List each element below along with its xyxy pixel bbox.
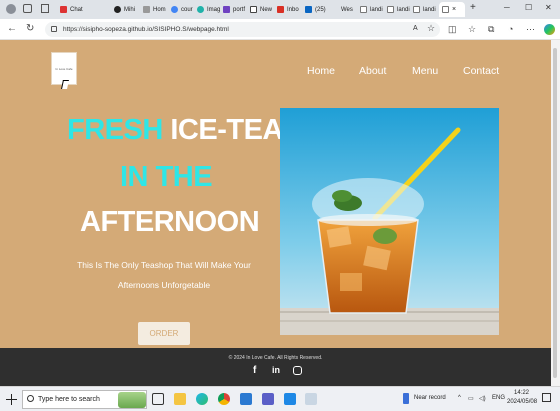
page-tab-icon [442, 6, 449, 13]
tab-inbox[interactable]: Inbo [277, 2, 305, 17]
tab-mihi[interactable]: Mihi [114, 2, 142, 17]
collections-icon[interactable]: ⧉ [488, 23, 494, 35]
hero-line-2: IN THE [120, 161, 213, 193]
new-tab-button[interactable]: + [470, 2, 476, 13]
iced-tea-illustration [280, 108, 499, 335]
clock-date[interactable]: 2024/05/08 [507, 399, 537, 405]
edge-icon[interactable] [196, 393, 208, 405]
speaker-icon[interactable]: ◁) [479, 395, 486, 402]
mail-icon[interactable] [240, 393, 252, 405]
tab-landing-2[interactable]: landi [387, 2, 413, 17]
tab-course[interactable]: cour [171, 2, 199, 17]
recording-label[interactable]: Near record [414, 395, 446, 401]
tab-landing-1[interactable]: landi [360, 2, 386, 17]
read-aloud-icon[interactable]: A [413, 25, 418, 32]
windows-taskbar: Type here to search Near record ^ ▭ ◁) E… [0, 386, 560, 411]
tab-portfolio[interactable]: portf [223, 2, 251, 17]
page-tab-icon [143, 6, 150, 13]
search-highlight-icon [118, 392, 146, 408]
chrome-icon[interactable] [218, 393, 230, 405]
hero-subtitle-1: This Is The Only Teashop That Will Make … [77, 260, 251, 270]
github-tab-icon [114, 6, 121, 13]
hero-line-3: AFTERNOON [80, 206, 260, 238]
page-tab-icon [413, 6, 420, 13]
favorites-icon[interactable]: ☆ [468, 23, 476, 35]
minimize-icon[interactable]: ─ [504, 3, 510, 12]
nav-contact[interactable]: Contact [463, 65, 499, 77]
cursor-icon [61, 80, 69, 89]
url-text: https://sisipho-sopeza.github.io/SISIPHO… [63, 26, 229, 33]
bootstrap-tab-icon [223, 6, 230, 13]
close-icon[interactable]: × [452, 6, 456, 13]
tab-home[interactable]: Hom [143, 2, 171, 17]
lock-icon [51, 26, 57, 32]
instagram-icon[interactable] [293, 366, 302, 375]
more-icon[interactable]: ⋯ [526, 23, 535, 35]
profile-icon[interactable]: ◔ [508, 23, 513, 35]
taskbar-search[interactable]: Type here to search [22, 390, 147, 409]
hero-fresh: FRESH [67, 114, 163, 146]
language-indicator[interactable]: ENG [492, 395, 505, 401]
favorite-star-icon[interactable]: ☆ [427, 23, 435, 34]
page-tab-icon [387, 6, 394, 13]
maximize-icon[interactable]: ☐ [525, 3, 532, 12]
hero-subtitle-2: Afternoons Unforgetable [117, 280, 211, 290]
workspaces-icon[interactable] [23, 4, 32, 13]
clock-time[interactable]: 14:22 [514, 390, 529, 396]
tab-linkedin[interactable]: (25) [305, 2, 333, 17]
windows-start-icon[interactable] [6, 394, 17, 405]
new-tab-icon [250, 6, 257, 13]
close-window-icon[interactable]: ✕ [545, 3, 552, 12]
network-icon[interactable]: ▭ [468, 395, 474, 402]
hero-ice-tea: ICE-TEA [170, 114, 283, 146]
linkedin-tab-icon [305, 6, 312, 13]
search-icon [27, 395, 34, 402]
browser-profile-icon[interactable] [6, 4, 16, 14]
tab-chat[interactable]: Chat [60, 2, 90, 17]
webpage: In Love Cafe Home About Menu Contact FRE… [0, 40, 551, 386]
copilot-icon[interactable] [544, 24, 555, 35]
scrollbar-thumb[interactable] [553, 48, 557, 378]
notepad-icon[interactable] [305, 393, 317, 405]
logo-text: In Love Cafe [55, 67, 73, 71]
nav-menu[interactable]: Menu [412, 65, 438, 77]
copyright-text: © 2024 In Love Cafe. All Rights Reserved… [228, 355, 323, 361]
tab-landing-3[interactable]: landi [413, 2, 439, 17]
search-placeholder: Type here to search [38, 396, 100, 403]
nav-home[interactable]: Home [307, 65, 335, 77]
tab-active[interactable]: × [439, 2, 465, 17]
split-screen-icon[interactable]: ◫ [448, 23, 457, 35]
tray-chevron-icon[interactable]: ^ [458, 395, 461, 401]
notifications-icon[interactable] [542, 393, 551, 402]
teams-icon[interactable] [262, 393, 274, 405]
linkedin-icon[interactable]: in [272, 365, 280, 375]
tab-actions-icon[interactable] [41, 4, 49, 13]
page-tab-icon [360, 6, 367, 13]
tab-images[interactable]: Imag [197, 2, 225, 17]
tab-new[interactable]: New [250, 2, 278, 17]
url-field[interactable]: https://sisipho-sopeza.github.io/SISIPHO… [45, 22, 440, 37]
chat-tab-icon [60, 6, 67, 13]
iced-tea-photo [280, 108, 499, 335]
tab-wes[interactable]: Wes [341, 2, 361, 17]
task-view-icon[interactable] [152, 393, 164, 405]
recording-icon[interactable] [403, 393, 409, 404]
gmail-tab-icon [277, 6, 284, 13]
vscode-icon[interactable] [284, 393, 296, 405]
refresh-icon[interactable]: ↻ [26, 23, 34, 35]
site-footer: © 2024 In Love Cafe. All Rights Reserved… [0, 348, 551, 386]
search-tab-icon [171, 6, 178, 13]
nav-about[interactable]: About [359, 65, 386, 77]
hero-line-1: FRESH ICE-TEA [67, 114, 283, 147]
facebook-icon[interactable]: f [253, 365, 256, 376]
back-icon[interactable]: ← [7, 23, 17, 35]
browser-tab-strip: Chat Mihi Hom cour Imag portf New Inbo (… [0, 0, 560, 19]
canva-tab-icon [197, 6, 204, 13]
order-button[interactable]: ORDER [138, 322, 190, 345]
file-explorer-icon[interactable] [174, 393, 186, 405]
address-bar: ← ↻ https://sisipho-sopeza.github.io/SIS… [0, 19, 560, 40]
